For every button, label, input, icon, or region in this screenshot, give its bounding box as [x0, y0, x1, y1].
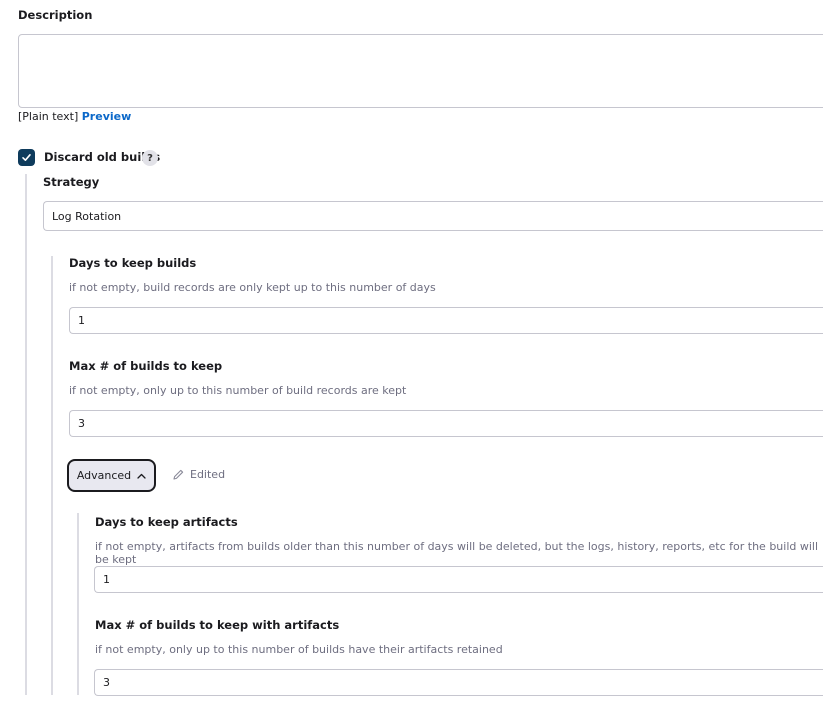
days-to-keep-artifacts-input[interactable]: 1 [94, 566, 823, 593]
days-to-keep-builds-label: Days to keep builds [69, 256, 197, 270]
pencil-icon [173, 469, 184, 480]
description-textarea[interactable] [18, 34, 823, 108]
edited-indicator: Edited [172, 468, 225, 481]
days-to-keep-builds-input[interactable]: 1 [69, 307, 823, 334]
discard-section-guide [25, 174, 27, 695]
help-button[interactable]: ? [142, 150, 158, 166]
description-label: Description [18, 8, 93, 22]
advanced-section-guide [77, 513, 79, 695]
max-builds-with-artifacts-input[interactable]: 3 [94, 669, 823, 696]
days-to-keep-artifacts-label: Days to keep artifacts [95, 515, 238, 529]
days-to-keep-builds-help: if not empty, build records are only kep… [69, 281, 436, 294]
advanced-button-label: Advanced [76, 469, 132, 482]
description-format-row: [Plain text] Preview [18, 110, 131, 123]
max-builds-to-keep-input[interactable]: 3 [69, 410, 823, 437]
days-to-keep-artifacts-help: if not empty, artifacts from builds olde… [95, 540, 819, 566]
max-builds-to-keep-help: if not empty, only up to this number of … [69, 384, 407, 397]
plain-text-label: [Plain text] [18, 110, 79, 123]
edited-label: Edited [190, 468, 226, 481]
chevron-up-icon [137, 473, 146, 479]
strategy-label: Strategy [43, 175, 100, 189]
max-builds-to-keep-label: Max # of builds to keep [69, 359, 223, 373]
strategy-select[interactable]: Log Rotation [43, 201, 823, 231]
max-builds-with-artifacts-label: Max # of builds to keep with artifacts [95, 618, 340, 632]
preview-link[interactable]: Preview [82, 110, 132, 123]
discard-old-builds-checkbox[interactable] [18, 149, 35, 166]
advanced-button[interactable]: Advanced [67, 459, 156, 492]
checkmark-icon [22, 154, 31, 161]
strategy-section-guide [51, 256, 53, 695]
max-builds-with-artifacts-help: if not empty, only up to this number of … [95, 643, 503, 656]
